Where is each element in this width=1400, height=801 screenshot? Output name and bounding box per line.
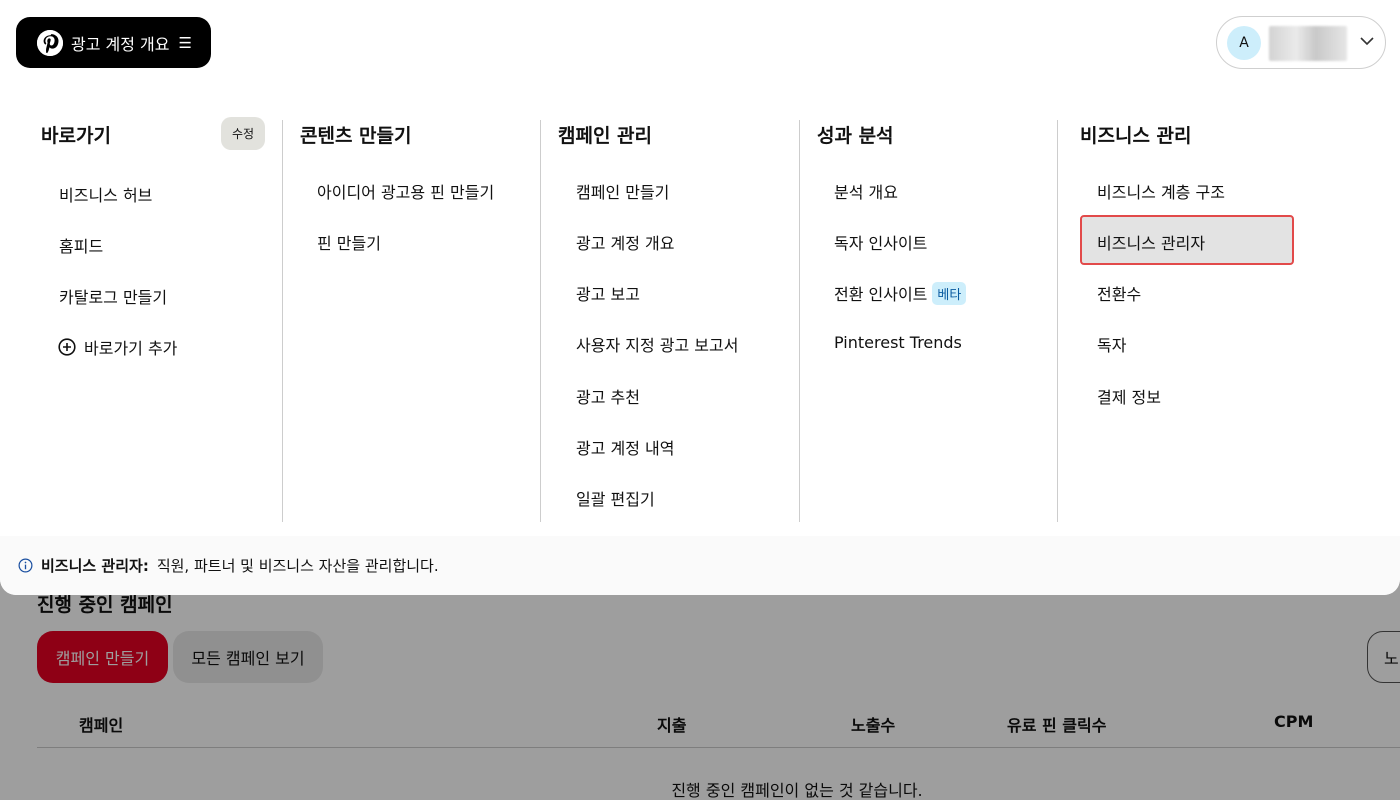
business-management-title: 비즈니스 관리 — [1080, 125, 1192, 147]
account-name-redacted — [1269, 26, 1347, 61]
menu-item-home-feed[interactable]: 홈피드 — [59, 233, 103, 257]
avatar: A — [1227, 26, 1261, 60]
menu-item-create-idea-pin[interactable]: 아이디어 광고용 핀 만들기 — [317, 179, 494, 203]
menu-description-bar: 비즈니스 관리자: 직원, 파트너 및 비즈니스 자산을 관리합니다. — [0, 536, 1400, 595]
menu-item-business-hierarchy[interactable]: 비즈니스 계층 구조 — [1097, 179, 1225, 203]
menu-item-pinterest-trends[interactable]: Pinterest Trends — [834, 333, 962, 352]
menu-item-create-catalog[interactable]: 카탈로그 만들기 — [59, 284, 167, 308]
plus-circle-icon — [58, 338, 76, 356]
create-content-title: 콘텐츠 만들기 — [300, 125, 412, 147]
menu-item-conversions[interactable]: 전환수 — [1097, 281, 1141, 305]
menu-item-create-campaign[interactable]: 캠페인 만들기 — [576, 179, 669, 203]
beta-badge: 베타 — [932, 281, 967, 305]
chevron-down-icon — [1360, 37, 1374, 46]
menu-item-audience-insights[interactable]: 독자 인사이트 — [834, 230, 927, 254]
ads-overview-menu-button[interactable]: 광고 계정 개요 ☰ — [16, 17, 211, 68]
menu-item-create-pin[interactable]: 핀 만들기 — [317, 230, 381, 254]
menu-item-bulk-editor[interactable]: 일괄 편집기 — [576, 486, 655, 510]
menu-item-analytics-overview[interactable]: 분석 개요 — [834, 179, 898, 203]
conversion-insights-label: 전환 인사이트 — [834, 285, 928, 304]
shortcuts-title: 바로가기 — [41, 125, 111, 147]
add-shortcut-label: 바로가기 추가 — [84, 339, 178, 358]
menu-item-business-hub[interactable]: 비즈니스 허브 — [59, 182, 152, 206]
ads-overview-label: 광고 계정 개요 — [71, 34, 170, 54]
menu-item-billing[interactable]: 결제 정보 — [1097, 384, 1161, 408]
navigation-menu-panel: 광고 계정 개요 ☰ A 바로가기 수정 비즈니스 허브 홈피드 카탈로그 만들… — [0, 0, 1400, 595]
menu-item-account-history[interactable]: 광고 계정 내역 — [576, 435, 675, 459]
campaign-management-title: 캠페인 관리 — [558, 125, 653, 147]
menu-item-audiences[interactable]: 독자 — [1097, 332, 1126, 356]
description-title: 비즈니스 관리자: — [41, 557, 149, 575]
menu-item-ad-recommendations[interactable]: 광고 추천 — [576, 384, 640, 408]
column-divider — [540, 120, 541, 522]
menu-item-ads-overview[interactable]: 광고 계정 개요 — [576, 230, 675, 254]
info-icon — [18, 558, 33, 573]
account-switcher[interactable]: A — [1216, 16, 1386, 69]
menu-item-conversion-insights[interactable]: 전환 인사이트 베타 — [834, 281, 967, 305]
add-shortcut-button[interactable]: 바로가기 추가 — [58, 335, 177, 359]
analytics-title: 성과 분석 — [817, 125, 894, 147]
hamburger-icon: ☰ — [178, 33, 192, 52]
description-text: 직원, 파트너 및 비즈니스 자산을 관리합니다. — [156, 557, 439, 575]
column-divider — [799, 120, 800, 522]
menu-item-custom-report[interactable]: 사용자 지정 광고 보고서 — [576, 332, 738, 356]
menu-item-business-manager[interactable]: 비즈니스 관리자 — [1097, 230, 1205, 254]
column-divider — [1057, 120, 1058, 522]
edit-shortcuts-button[interactable]: 수정 — [221, 117, 265, 150]
column-divider — [282, 120, 283, 522]
pinterest-logo-icon — [37, 29, 63, 56]
menu-item-ads-reporting[interactable]: 광고 보고 — [576, 281, 640, 305]
